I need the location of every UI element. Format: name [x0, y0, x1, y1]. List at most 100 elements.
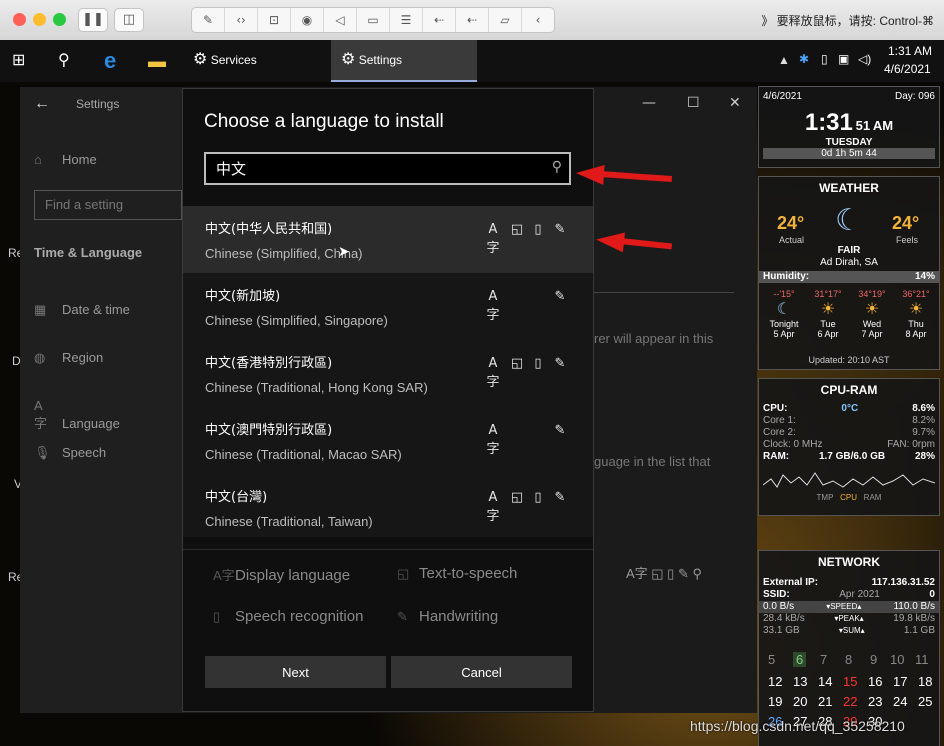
language-item-zh-cn[interactable]: 中文(中华人民共和国) Chinese (Simplified, China) … [183, 206, 593, 273]
cal-day: 21 [818, 694, 833, 709]
clock-day: Day: 096 [894, 91, 935, 102]
microphone-icon: ▯ [534, 356, 542, 371]
next-button[interactable]: Next [205, 656, 386, 688]
tray-date[interactable]: 4/6/2021 [884, 62, 931, 76]
volume-icon[interactable]: ◁) [858, 52, 871, 66]
forecast-temps: 31°17° [814, 289, 842, 299]
legend-handwriting: ✎ Handwriting [397, 608, 498, 625]
display-language-icon: A字 [486, 490, 500, 524]
close-dot[interactable] [13, 13, 26, 26]
ssid-label: SSID: [763, 589, 790, 600]
minimize-dot[interactable] [33, 13, 46, 26]
cal-day: 20 [793, 694, 808, 709]
cal-day: 12 [768, 674, 783, 689]
printer-icon[interactable]: ☰ [390, 8, 423, 32]
start-windows-icon[interactable]: ⊞ [12, 40, 32, 82]
language-item-zh-tw[interactable]: 中文(台灣) Chinese (Traditional, Taiwan) A字 … [183, 474, 593, 541]
search-icon[interactable]: ⚲ [552, 159, 562, 175]
cal-day: 5 [768, 652, 776, 667]
language-item-zh-hk[interactable]: 中文(香港特別行政區) Chinese (Traditional, Hong K… [183, 340, 593, 407]
nav-language[interactable]: A字 Language [34, 398, 120, 432]
weather-feels-label: Feels [896, 235, 919, 245]
collapse-chevron-icon[interactable]: ‹ [522, 8, 554, 32]
snapshot-icon[interactable]: ◫ [114, 8, 144, 32]
usb-icon[interactable]: ⇠ [423, 8, 456, 32]
handwriting-icon: ✎ [397, 609, 408, 624]
language-search[interactable]: ⚲ [204, 152, 571, 185]
cancel-button[interactable]: Cancel [391, 656, 572, 688]
display-language-icon: A字 [486, 289, 500, 323]
user-icon[interactable]: ◉ [291, 8, 324, 32]
language-item-zh-mo[interactable]: 中文(澳門特別行政區) Chinese (Traditional, Macao … [183, 407, 593, 474]
nav-region[interactable]: ◍ Region [34, 350, 103, 366]
edge-icon[interactable]: e [104, 40, 126, 82]
legend-display: A字Display language [213, 565, 350, 584]
zoom-dot[interactable] [53, 13, 66, 26]
taskbar-settings-label: Settings [358, 53, 403, 67]
language-search-input[interactable] [206, 154, 556, 183]
clock-weekday: TUESDAY [825, 137, 873, 148]
sun-icon: ☀ [864, 301, 880, 318]
close-icon[interactable]: ✕ [729, 95, 741, 111]
nav-home[interactable]: ⌂ Home [34, 152, 97, 167]
cpu-temp: 0°C [841, 403, 859, 414]
feature-legend: A字Display language ◱ Text-to-speech ▯ Spee… [183, 549, 593, 640]
taskbar: ⊞ ⚲ e ▬ ⚙ Services ⚙ Settings ▲ ✱ ▯ ▣ ◁)… [0, 40, 944, 82]
cal-day: 25 [918, 694, 933, 709]
clock-time: 1:31 [804, 109, 853, 136]
taskbar-settings[interactable]: ⚙ Settings [331, 40, 477, 82]
drop-icon[interactable]: ▲ [778, 53, 790, 67]
search-icon[interactable]: ⚲ [58, 40, 78, 82]
cal-day: 23 [868, 694, 883, 709]
weather-title: WEATHER [819, 181, 879, 195]
nav-speech[interactable]: 🎙 Speech [34, 445, 106, 461]
camera-icon[interactable]: ▭ [357, 8, 390, 32]
handwriting-icon: ✎ [554, 423, 566, 438]
folder-icon[interactable]: ▱ [489, 8, 522, 32]
microphone-icon: ▯ [213, 609, 221, 624]
usb-device-icon[interactable]: ▯ [821, 52, 828, 66]
maximize-icon[interactable]: ☐ [687, 95, 700, 111]
moon-icon: ☾ [776, 301, 792, 318]
cal-day-highlight: 6 [793, 652, 807, 667]
tray-time[interactable]: 1:31 AM [888, 44, 932, 58]
usb2-icon[interactable]: ⇠ [456, 8, 489, 32]
legend-speech-label: Speech recognition [235, 608, 364, 625]
forecast-temps: 36°21° [902, 289, 930, 299]
pause-icon[interactable]: ❚❚ [78, 8, 108, 32]
language-item-zh-sg[interactable]: 中文(新加坡) Chinese (Simplified, Singapore) … [183, 273, 593, 340]
core2-value: 9.7% [912, 427, 935, 438]
disk-icon[interactable]: ⊡ [258, 8, 291, 32]
legend-tts-label: Text-to-speech [419, 565, 518, 582]
legend-tts: ◱ Text-to-speech [397, 565, 517, 582]
humidity-label: Humidity: [763, 271, 810, 282]
speaker-icon[interactable]: ◁ [324, 8, 357, 32]
home-icon: ⌂ [34, 152, 42, 167]
forecast-day: 36°21° ☀ Thu 8 Apr [895, 289, 937, 339]
net-down: 0.0 B/s [763, 601, 795, 612]
cal-day: 7 [820, 652, 828, 667]
bluetooth-icon[interactable]: ✱ [799, 52, 809, 66]
cal-day: 8 [845, 652, 853, 667]
forecast-day: --'15° ☾ Tonight 5 Apr [763, 289, 805, 339]
cal-day: 13 [793, 674, 808, 689]
sum-down: 33.1 GB [763, 625, 800, 636]
network-icon[interactable]: ▣ [838, 52, 849, 66]
explorer-folder-icon[interactable]: ▬ [148, 40, 170, 82]
taskbar-services[interactable]: ⚙ Services [183, 40, 329, 82]
dialog-title: Choose a language to install [204, 111, 444, 132]
display-language-icon: A字 [486, 356, 500, 390]
language-native-name: 中文(中华人民共和国) [205, 222, 333, 237]
find-setting-input[interactable]: Find a setting [34, 190, 182, 220]
section-title: Time & Language [34, 245, 143, 260]
ext-ip-value: 117.136.31.52 [871, 577, 935, 588]
code-icon[interactable]: ‹› [225, 8, 258, 32]
microphone-icon: ▯ [534, 222, 542, 237]
minimize-icon[interactable]: — [642, 95, 656, 111]
calendar-icon: ▦ [34, 302, 47, 317]
weather-condition: FAIR [837, 245, 861, 256]
back-arrow-icon[interactable]: ← [34, 95, 50, 113]
handwriting-icon: ✎ [554, 289, 566, 304]
nav-date-time[interactable]: ▦ Date & time [34, 302, 130, 318]
settings-wrench-icon[interactable]: ✎ [192, 8, 225, 32]
